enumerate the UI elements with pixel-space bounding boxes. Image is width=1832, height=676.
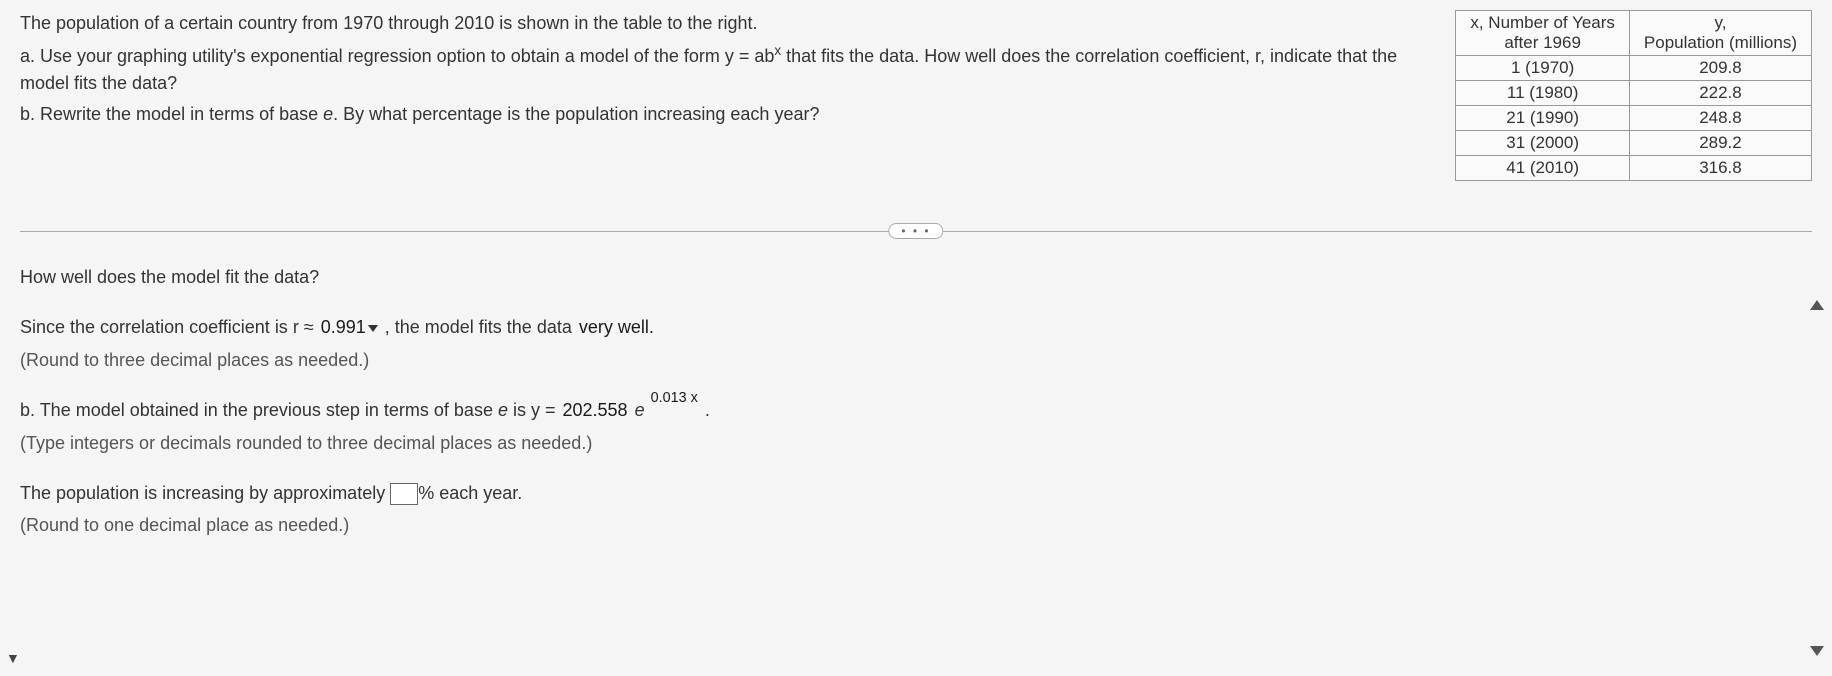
type-instruction: (Type integers or decimals rounded to th…	[20, 427, 1812, 459]
problem-statement: The population of a certain country from…	[20, 10, 1435, 132]
dropdown-icon	[368, 325, 378, 332]
table-row: 31 (2000)289.2	[1456, 131, 1812, 156]
nav-caret-icon[interactable]: ▼	[6, 650, 20, 666]
percentage-input[interactable]	[390, 483, 418, 505]
part-b-model-line: b. The model obtained in the previous st…	[20, 394, 1812, 426]
part-b-text: b. Rewrite the model in terms of base e.…	[20, 101, 1435, 128]
answer-section: How well does the model fit the data? Si…	[20, 261, 1812, 542]
section-divider: • • •	[20, 221, 1812, 241]
percentage-line: The population is increasing by approxim…	[20, 477, 1812, 509]
table-row: 11 (1980)222.8	[1456, 81, 1812, 106]
round-instruction-1dp: (Round to one decimal place as needed.)	[20, 509, 1812, 541]
expand-toggle-button[interactable]: • • •	[888, 223, 943, 239]
scroll-up-icon[interactable]	[1810, 300, 1824, 310]
table-header-x: x, Number of Years after 1969	[1456, 11, 1630, 56]
table-row: 21 (1990)248.8	[1456, 106, 1812, 131]
correlation-line: Since the correlation coefficient is r ≈…	[20, 311, 1812, 343]
question-fit: How well does the model fit the data?	[20, 261, 1812, 293]
part-a-text: a. Use your graphing utility's exponenti…	[20, 41, 1435, 97]
fit-quality-dropdown[interactable]: very well.	[577, 311, 656, 343]
coefficient-input[interactable]: 202.558	[560, 394, 629, 426]
table-header-y: y, Population (millions)	[1629, 11, 1811, 56]
data-table: x, Number of Years after 1969 y, Populat…	[1455, 10, 1812, 181]
table-row: 1 (1970)209.8	[1456, 56, 1812, 81]
table-row: 41 (2010)316.8	[1456, 156, 1812, 181]
scroll-down-icon[interactable]	[1810, 646, 1824, 656]
round-instruction-3dp: (Round to three decimal places as needed…	[20, 344, 1812, 376]
exponent-input[interactable]: 0.013 x	[649, 386, 700, 412]
intro-text: The population of a certain country from…	[20, 10, 1435, 37]
r-value-input[interactable]: 0.991	[319, 311, 380, 343]
